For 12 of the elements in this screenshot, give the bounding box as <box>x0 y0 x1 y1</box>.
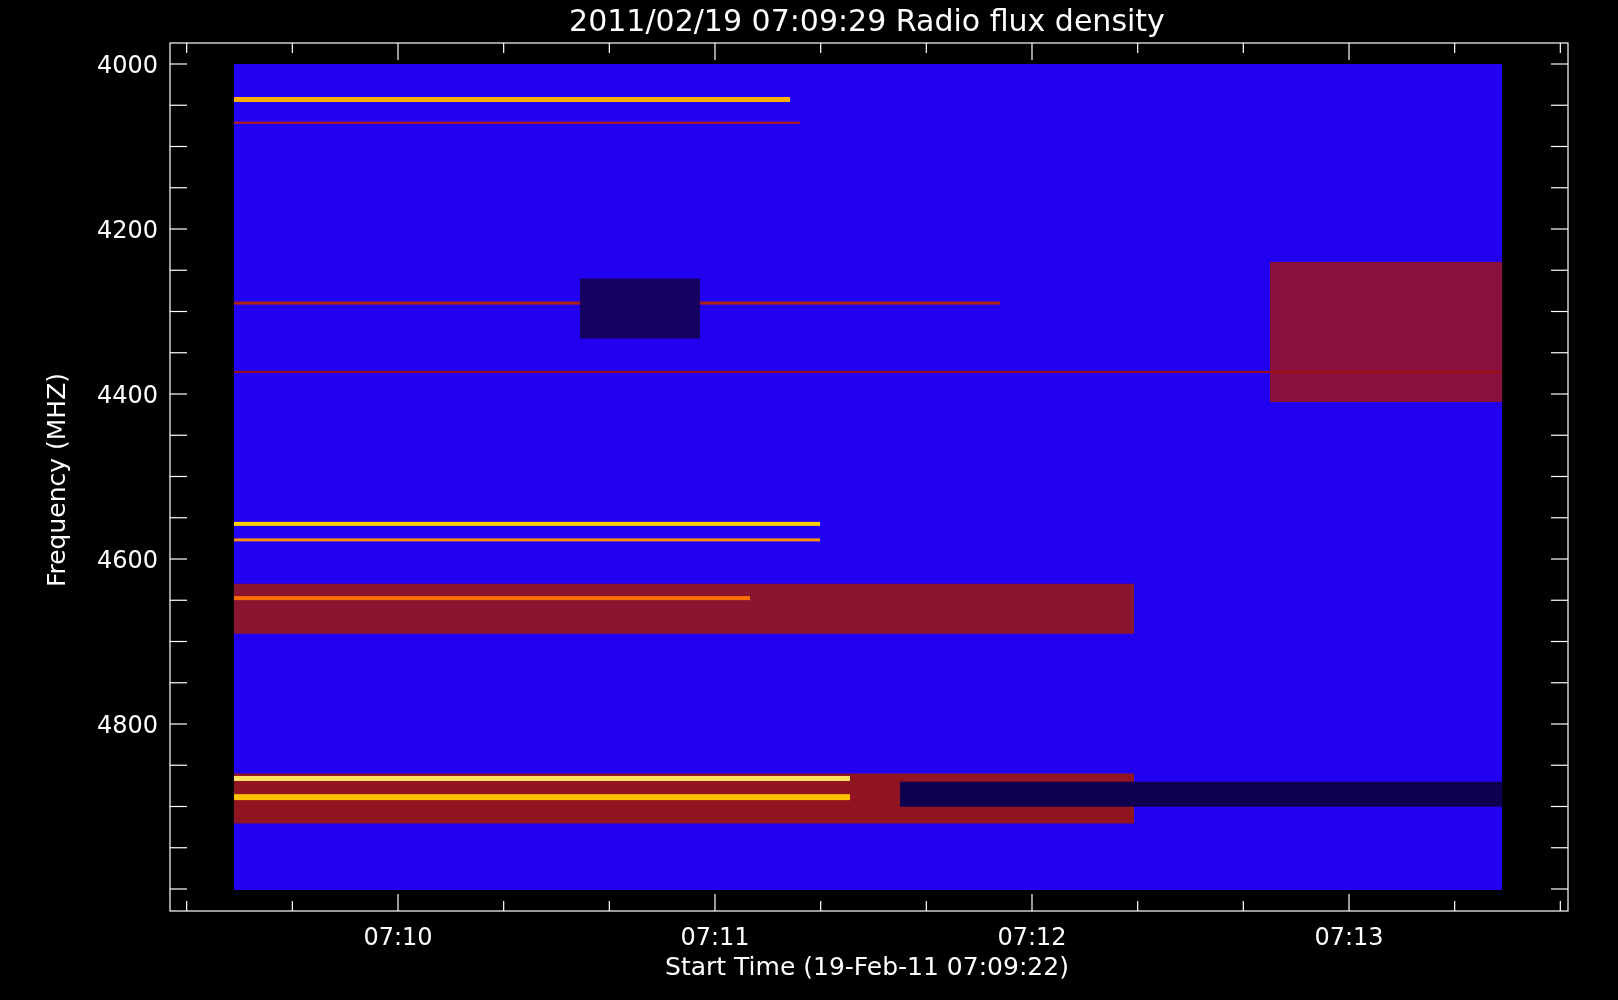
x-tick-label: 07:12 <box>997 923 1067 951</box>
y-tick-label: 4600 <box>96 546 158 574</box>
x-tick-label: 07:10 <box>363 923 433 951</box>
x-tick-label: 07:13 <box>1314 923 1384 951</box>
x-tick-label: 07:11 <box>680 923 750 951</box>
x-axis-label: Start Time (19-Feb-11 07:09:22) <box>665 952 1069 981</box>
y-tick-label: 4000 <box>96 51 158 79</box>
y-axis-label: Frequency (MHZ) <box>42 372 71 588</box>
plot-title: 2011/02/19 07:09:29 Radio flux density <box>569 3 1165 38</box>
y-tick-label: 4400 <box>96 381 158 409</box>
y-tick-label: 4200 <box>96 216 158 244</box>
y-tick-label: 4800 <box>96 711 158 739</box>
